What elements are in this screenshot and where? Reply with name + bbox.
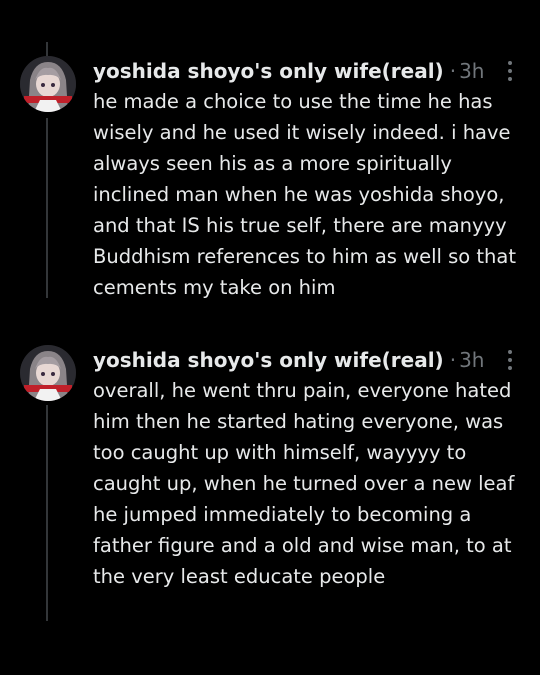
timestamp[interactable]: 3h: [459, 59, 484, 83]
tweet-text: overall, he went thru pain, everyone hat…: [93, 379, 515, 588]
thread-line-2: [46, 405, 48, 621]
tweet-header: yoshida shoyo's only wife(real) · 3h: [93, 56, 484, 86]
thread-line-top: [46, 42, 48, 56]
tweet-text: he made a choice to use the time he has …: [93, 90, 517, 299]
tweet-header: yoshida shoyo's only wife(real) · 3h: [93, 345, 484, 375]
separator: ·: [449, 348, 457, 372]
avatar[interactable]: [20, 56, 76, 112]
avatar-image: [20, 56, 76, 112]
avatar-image: [20, 345, 76, 401]
display-name[interactable]: yoshida shoyo's only wife(real): [93, 348, 444, 372]
more-dots-icon[interactable]: [498, 58, 522, 84]
more-dots-icon[interactable]: [498, 347, 522, 373]
display-name[interactable]: yoshida shoyo's only wife(real): [93, 59, 444, 83]
timestamp[interactable]: 3h: [459, 348, 484, 372]
separator: ·: [449, 59, 457, 83]
avatar[interactable]: [20, 345, 76, 401]
thread-line-1: [46, 118, 48, 298]
